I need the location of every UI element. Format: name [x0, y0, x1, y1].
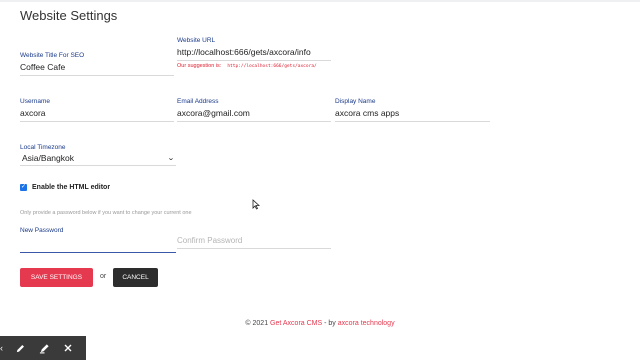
email-underline	[177, 121, 331, 122]
display-name-label: Display Name	[335, 98, 376, 105]
confirm-password-underline	[177, 248, 331, 249]
username-label: Username	[20, 98, 50, 105]
url-suggestion-value: http://localhost:666/gets/axcora/	[227, 64, 317, 69]
username-underline	[20, 121, 174, 122]
website-title-underline	[20, 75, 174, 76]
email-field[interactable]: Email Address axcora@gmail.com	[177, 98, 331, 122]
password-hint: Only provide a password below if you wan…	[20, 210, 192, 216]
website-url-field[interactable]: Website URL http://localhost:666/gets/ax…	[177, 37, 331, 61]
website-url-input[interactable]: http://localhost:666/gets/axcora/info	[177, 45, 331, 58]
pencil-icon[interactable]	[8, 336, 32, 360]
html-editor-checkbox[interactable]: ✓	[20, 184, 27, 191]
new-password-input[interactable]	[20, 235, 176, 253]
close-icon[interactable]	[56, 336, 80, 360]
display-name-field[interactable]: Display Name axcora cms apps	[335, 98, 490, 122]
footer-brand-link[interactable]: Get Axcora CMS	[270, 320, 322, 327]
email-input[interactable]: axcora@gmail.com	[177, 106, 331, 119]
website-title-field[interactable]: Website Title For SEO Coffee Cafe	[20, 52, 174, 76]
timezone-select[interactable]: Asia/Bangkok ⌄	[20, 152, 176, 166]
cursor-icon	[252, 197, 261, 215]
annotation-toolbar: ‹	[0, 336, 86, 360]
toolbar-edge: ‹	[0, 343, 3, 353]
website-url-label: Website URL	[177, 37, 216, 44]
url-suggestion-label: Our suggestion is:	[177, 63, 222, 69]
footer-by: - by	[324, 320, 336, 327]
email-label: Email Address	[177, 98, 219, 105]
website-url-underline	[177, 60, 331, 61]
footer-author-link[interactable]: axcora technology	[338, 320, 395, 327]
footer-copyright: © 2021	[245, 320, 269, 327]
timezone-value: Asia/Bangkok	[22, 153, 74, 163]
url-suggestion: Our suggestion is: http://localhost:666/g…	[177, 63, 317, 69]
new-password-label: New Password	[20, 227, 64, 234]
page-title: Website Settings	[20, 8, 118, 23]
footer: © 2021 Get Axcora CMS - by axcora techno…	[0, 320, 640, 327]
username-input[interactable]: axcora	[20, 106, 174, 119]
confirm-password-input[interactable]: Confirm Password	[177, 234, 331, 248]
top-divider	[0, 0, 640, 2]
cancel-button[interactable]: CANCEL	[113, 268, 158, 287]
save-settings-button[interactable]: SAVE SETTINGS	[20, 268, 93, 287]
timezone-field[interactable]: Local Timezone Asia/Bangkok ⌄	[20, 144, 176, 166]
username-field[interactable]: Username axcora	[20, 98, 174, 122]
chevron-down-icon: ⌄	[167, 155, 175, 162]
display-name-underline	[335, 121, 490, 122]
or-separator: or	[100, 273, 107, 280]
new-password-field[interactable]: New Password	[20, 227, 176, 253]
website-title-label: Website Title For SEO	[20, 52, 85, 59]
timezone-label: Local Timezone	[20, 144, 66, 151]
html-editor-label: Enable the HTML editor	[32, 184, 111, 191]
display-name-input[interactable]: axcora cms apps	[335, 106, 490, 119]
website-title-input[interactable]: Coffee Cafe	[20, 60, 174, 73]
highlighter-icon[interactable]	[32, 336, 56, 360]
confirm-password-field[interactable]: Confirm Password	[177, 234, 331, 249]
html-editor-toggle[interactable]: ✓ Enable the HTML editor	[20, 184, 110, 191]
